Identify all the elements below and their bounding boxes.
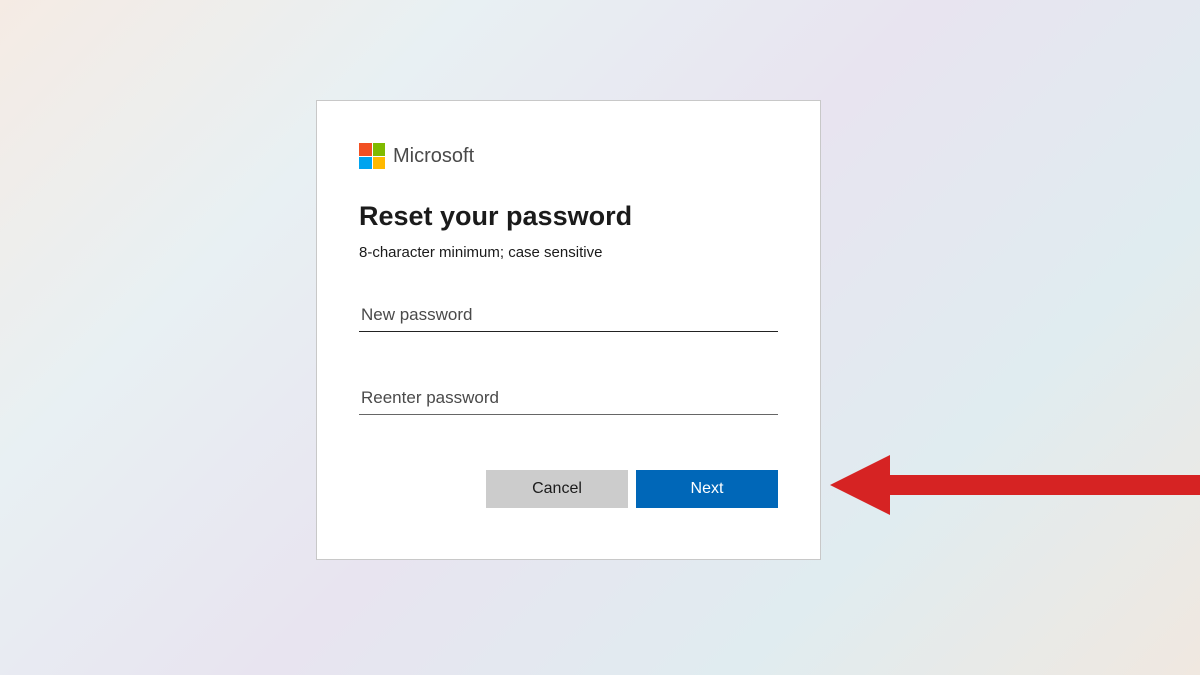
reenter-password-input[interactable] [359,382,778,415]
next-button[interactable]: Next [636,470,778,508]
brand-row: Microsoft [359,143,778,169]
reset-password-dialog: Microsoft Reset your password 8-characte… [316,100,821,560]
microsoft-logo-icon [359,143,385,169]
brand-name: Microsoft [393,145,474,168]
new-password-input[interactable] [359,299,778,332]
dialog-subtext: 8-character minimum; case sensitive [359,244,778,261]
arrow-annotation-icon [830,440,1200,530]
button-row: Cancel Next [359,470,778,508]
cancel-button[interactable]: Cancel [486,470,628,508]
dialog-heading: Reset your password [359,201,778,232]
